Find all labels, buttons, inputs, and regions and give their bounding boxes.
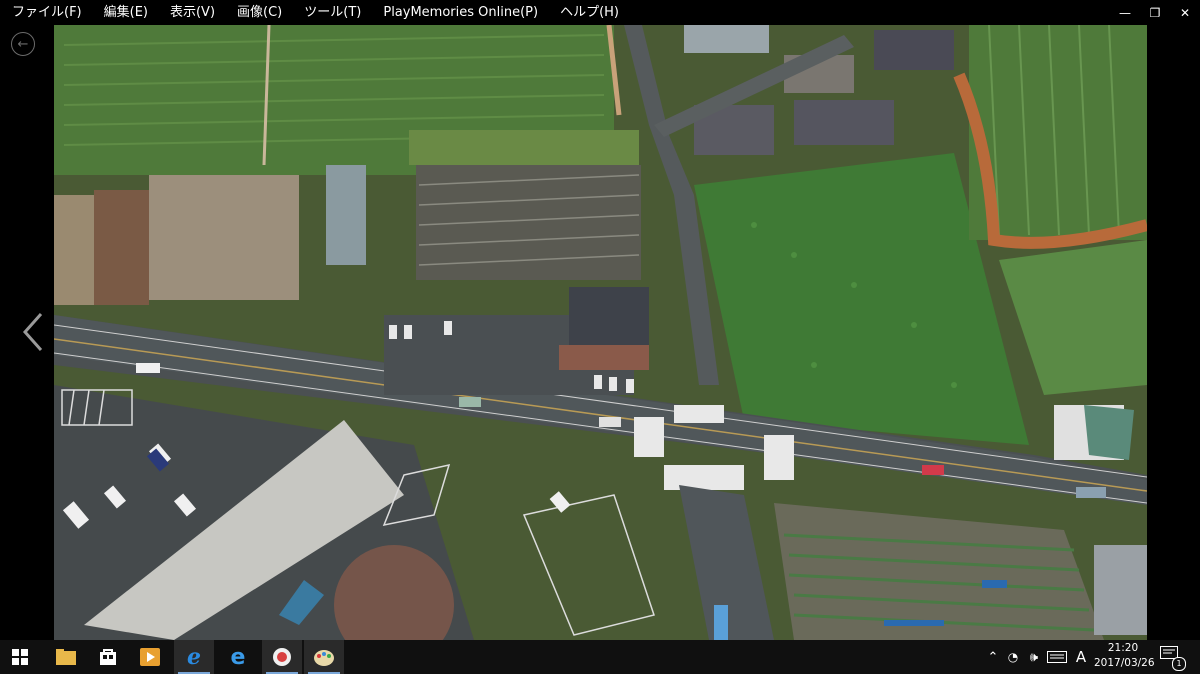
aerial-photo [54, 25, 1147, 640]
taskbar-internet-explorer[interactable]: e [174, 640, 214, 674]
taskbar-file-explorer[interactable] [46, 640, 86, 674]
playmemories-home-icon [273, 648, 291, 666]
menu-help[interactable]: ヘルプ(H) [548, 0, 629, 25]
windows-logo-icon [12, 649, 28, 665]
clock-time: 21:20 [1107, 642, 1139, 654]
notification-count-badge: 1 [1172, 657, 1186, 671]
internet-explorer-icon: e [187, 644, 201, 670]
network-icon[interactable]: ◔ [1002, 650, 1024, 664]
menu-image[interactable]: 画像(C) [225, 0, 292, 25]
menu-bar: ファイル(F) 編集(E) 表示(V) 画像(C) ツール(T) PlayMem… [0, 0, 1200, 25]
menu-playmemories-online[interactable]: PlayMemories Online(P) [371, 0, 548, 25]
taskbar-clock[interactable]: 21:20 2017/03/26 [1094, 641, 1155, 671]
close-button[interactable]: ✕ [1170, 0, 1200, 25]
store-bag-icon [100, 649, 116, 665]
start-button[interactable] [0, 640, 40, 674]
keyboard-icon[interactable] [1047, 651, 1067, 663]
taskbar-paint[interactable] [304, 640, 344, 674]
window-controls: — ❐ ✕ [1110, 0, 1200, 25]
folder-icon [56, 649, 76, 665]
clock-date: 2017/03/26 [1094, 657, 1155, 669]
taskbar-store[interactable] [88, 640, 128, 674]
chevron-left-icon [22, 313, 43, 351]
previous-image-button[interactable] [16, 310, 50, 354]
edge-icon: e [230, 644, 246, 670]
taskbar-playmemories-home[interactable] [262, 640, 302, 674]
system-tray: ⌃ ◔ 🕪 A [984, 640, 1092, 674]
ime-indicator[interactable]: A [1070, 648, 1092, 666]
minimize-button[interactable]: — [1110, 0, 1140, 25]
taskbar: e e ⌃ ◔ 🕪 A 1 [0, 640, 1200, 674]
back-arrow-icon: ← [17, 36, 29, 52]
chevron-up-icon[interactable]: ⌃ [984, 650, 1002, 665]
media-player-icon [140, 648, 160, 666]
menu-file[interactable]: ファイル(F) [0, 0, 92, 25]
action-center-button[interactable]: 1 [1160, 646, 1186, 671]
volume-icon[interactable]: 🕪 [1024, 650, 1044, 665]
taskbar-media-player[interactable] [130, 640, 170, 674]
paint-palette-icon [314, 650, 334, 666]
menu-view[interactable]: 表示(V) [158, 0, 225, 25]
taskbar-edge[interactable]: e [218, 640, 258, 674]
photo-viewer[interactable] [54, 25, 1147, 640]
menu-tools[interactable]: ツール(T) [292, 0, 371, 25]
back-button[interactable]: ← [11, 32, 35, 56]
restore-button[interactable]: ❐ [1140, 0, 1170, 25]
menu-edit[interactable]: 編集(E) [92, 0, 158, 25]
